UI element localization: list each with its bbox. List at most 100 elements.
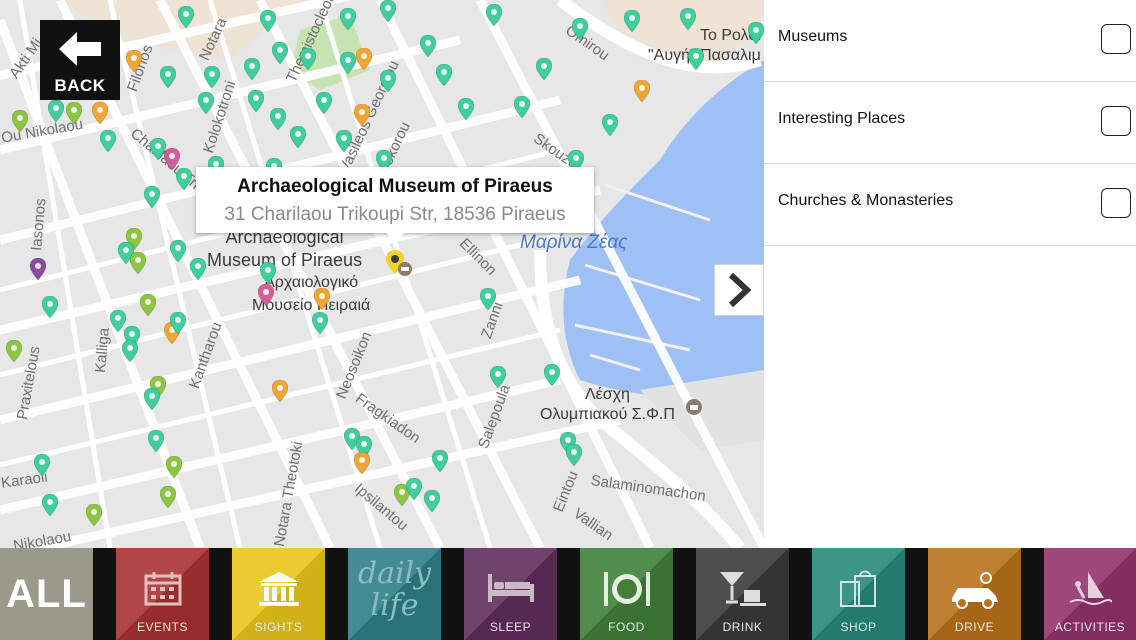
map-pin-icon[interactable] [92, 102, 108, 124]
tab-food[interactable]: FOOD [580, 548, 673, 640]
plate-cutlery-icon [603, 572, 650, 606]
map-pin-icon[interactable] [424, 490, 440, 512]
callout-tail [386, 233, 404, 242]
map-pin-icon[interactable] [204, 66, 220, 88]
map-pin-icon[interactable] [406, 478, 422, 500]
map-pin-icon[interactable] [572, 18, 588, 40]
map-pin-icon[interactable] [316, 92, 332, 114]
interesting-places-checkbox[interactable] [1101, 106, 1131, 136]
back-button[interactable]: BACK [40, 20, 120, 100]
map-pin-icon[interactable] [432, 450, 448, 472]
tab-drink[interactable]: DRINK [696, 548, 789, 640]
map-pin-icon[interactable] [160, 66, 176, 88]
map-pin-icon[interactable] [258, 284, 274, 306]
tab-shop[interactable]: SHOP [812, 548, 905, 640]
map-pin-icon[interactable] [86, 504, 102, 526]
museums-checkbox[interactable] [1101, 24, 1131, 54]
filter-row-churches[interactable]: Churches & Monasteries [764, 164, 1136, 246]
map-pin-icon[interactable] [300, 48, 316, 70]
map-pin-icon[interactable] [312, 312, 328, 334]
map-pin-icon[interactable] [160, 486, 176, 508]
churches-checkbox[interactable] [1101, 188, 1131, 218]
map-pin-icon[interactable] [170, 240, 186, 262]
map-pin-icon[interactable] [190, 258, 206, 280]
map-pin-icon[interactable] [176, 168, 192, 190]
map-pin-icon[interactable] [66, 102, 82, 124]
filter-label: Churches & Monasteries [778, 192, 954, 209]
map-pin-icon[interactable] [170, 312, 186, 334]
map-pin-icon[interactable] [634, 80, 650, 102]
map-pin-icon[interactable] [260, 10, 276, 32]
map-pin-icon[interactable] [126, 50, 142, 72]
map-pin-icon[interactable] [380, 0, 396, 22]
map-pin-icon[interactable] [624, 10, 640, 32]
tab-sights[interactable]: SIGHTS [232, 548, 325, 640]
map-pin-icon[interactable] [30, 258, 46, 280]
map-pin-icon[interactable] [340, 8, 356, 30]
map-pin-icon[interactable] [514, 96, 530, 118]
map-pin-icon[interactable] [198, 92, 214, 114]
map-pin-icon[interactable] [122, 340, 138, 362]
panel-toggle-button[interactable] [714, 264, 764, 316]
map-pin-icon[interactable] [748, 22, 764, 44]
tab-drive[interactable]: DRIVE [928, 548, 1021, 640]
shopping-bag-icon [839, 570, 876, 607]
map-pin-icon[interactable] [680, 8, 696, 30]
map-pin-icon[interactable] [354, 104, 370, 126]
map-pin-icon[interactable] [336, 130, 352, 152]
map-pin-icon[interactable] [248, 90, 264, 112]
map-pin-icon[interactable] [42, 296, 58, 318]
map-pin-icon[interactable] [688, 48, 704, 70]
map-pin-icon[interactable] [164, 148, 180, 170]
map-pin-icon[interactable] [340, 52, 356, 74]
map-pin-icon[interactable] [356, 48, 372, 70]
museum-marker[interactable] [386, 250, 412, 283]
map-pin-icon[interactable] [536, 58, 552, 80]
map-pin-icon[interactable] [260, 262, 276, 284]
tab-daily-life[interactable]: daily life [348, 548, 441, 640]
map-pin-icon[interactable] [144, 388, 160, 410]
map-pin-icon[interactable] [6, 340, 22, 362]
tab-sleep[interactable]: SLEEP [464, 548, 557, 640]
map-pin-icon[interactable] [354, 452, 370, 474]
info-callout[interactable]: Archaeological Museum of Piraeus 31 Char… [196, 167, 594, 242]
callout-address: 31 Charilaou Trikoupi Str, 18536 Piraeus [224, 204, 566, 225]
map-pin-icon[interactable] [178, 6, 194, 28]
map-pin-icon[interactable] [130, 252, 146, 274]
map-pin-icon[interactable] [48, 100, 64, 122]
map-pin-icon[interactable] [12, 110, 28, 132]
map-pin-icon[interactable] [100, 130, 116, 152]
map-pin-icon[interactable] [314, 288, 330, 310]
car-scooter-icon [951, 572, 998, 609]
back-arrow-icon [59, 32, 101, 66]
map-pin-icon[interactable] [244, 58, 260, 80]
tab-events[interactable]: EVENTS [116, 548, 209, 640]
club-marker[interactable] [685, 398, 703, 421]
map-pin-icon[interactable] [380, 70, 396, 92]
map-pin-icon[interactable] [148, 430, 164, 452]
map-pin-icon[interactable] [270, 108, 286, 130]
map-pin-icon[interactable] [42, 494, 58, 516]
map-pin-icon[interactable] [602, 114, 618, 136]
map-pin-icon[interactable] [544, 364, 560, 386]
map-pin-icon[interactable] [420, 35, 436, 57]
tab-activities[interactable]: ACTIVITIES [1044, 548, 1136, 640]
map-pin-icon[interactable] [436, 64, 452, 86]
map-pin-icon[interactable] [486, 4, 502, 26]
map-pin-icon[interactable] [290, 126, 306, 148]
map-pin-icon[interactable] [458, 98, 474, 120]
map-pin-icon[interactable] [140, 294, 156, 316]
map-pin-icon[interactable] [490, 366, 506, 388]
tab-all[interactable]: ALL [0, 548, 93, 640]
map-pin-icon[interactable] [144, 186, 160, 208]
filter-row-museums[interactable]: Museums [764, 0, 1136, 82]
map-pin-icon[interactable] [480, 288, 496, 310]
map-pin-icon[interactable] [566, 444, 582, 466]
map-view[interactable]: Akti Mi Filonos Notara Themistocleous Ko… [0, 0, 764, 548]
map-pin-icon[interactable] [34, 454, 50, 476]
map-pin-icon[interactable] [272, 380, 288, 402]
map-pin-icon[interactable] [166, 456, 182, 478]
tab-label: DRINK [722, 620, 763, 634]
filter-row-interesting-places[interactable]: Interesting Places [764, 82, 1136, 164]
map-pin-icon[interactable] [272, 42, 288, 64]
